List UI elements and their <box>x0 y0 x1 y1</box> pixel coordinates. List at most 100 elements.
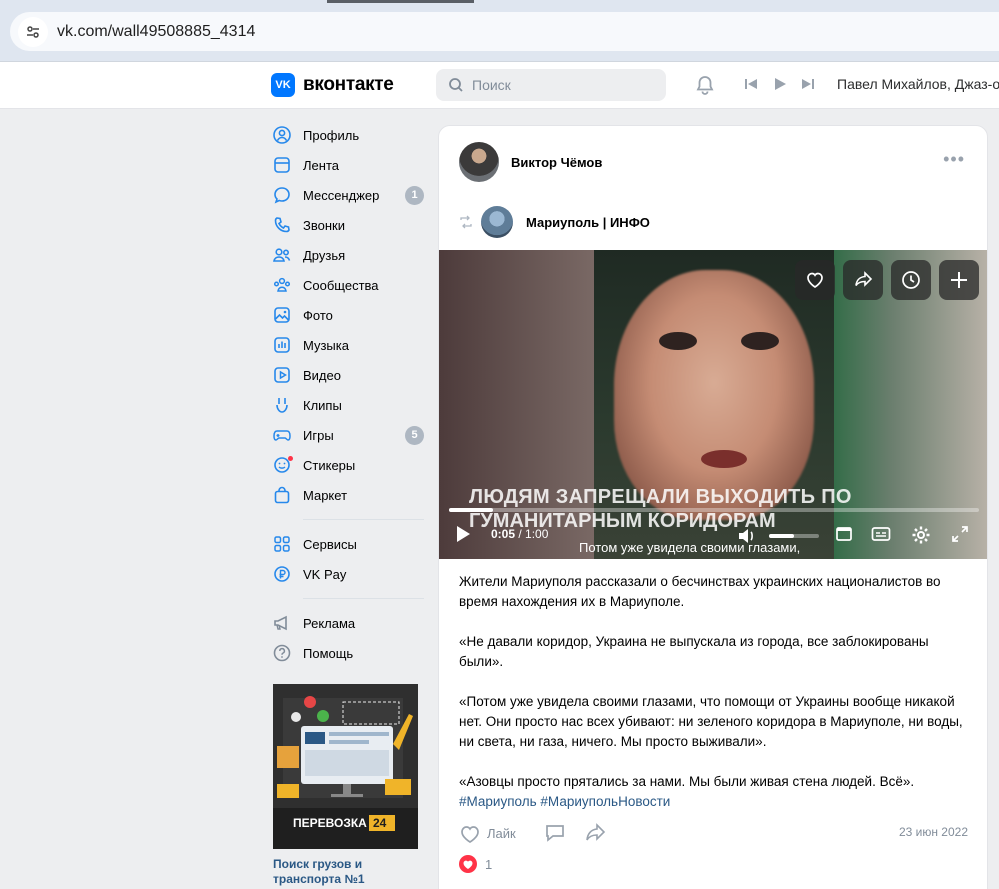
post-actions: Лайк <box>459 822 606 845</box>
sidebar-item-services[interactable]: Сервисы <box>272 529 424 559</box>
unread-count-badge: 1 <box>405 185 424 205</box>
sidebar-item-label: Видео <box>303 367 341 383</box>
sidebar-item-market[interactable]: Маркет <box>272 480 424 510</box>
heart-outline-icon <box>461 825 479 843</box>
help-icon <box>272 643 292 663</box>
add-video-button[interactable] <box>939 260 979 300</box>
post-reactions[interactable]: 1 <box>459 855 492 873</box>
sidebar-item-photo[interactable]: Фото <box>272 300 424 330</box>
services-icon <box>272 534 292 554</box>
clips-icon <box>272 395 292 415</box>
vk-logo-text: вконтакте <box>303 74 394 95</box>
sidebar-item-messenger[interactable]: Мессенджер 1 <box>272 180 424 210</box>
face-eye <box>659 332 697 350</box>
hashtag-link[interactable]: #МариупольНовости <box>540 794 670 809</box>
author-avatar[interactable] <box>459 142 499 182</box>
play-icon[interactable] <box>773 76 787 95</box>
volume-button[interactable] <box>737 527 757 548</box>
sidebar-item-label: Сервисы <box>303 536 357 552</box>
source-avatar[interactable] <box>481 206 513 238</box>
fullscreen-button[interactable] <box>951 525 969 546</box>
source-name[interactable]: Мариуполь | ИНФО <box>526 215 650 230</box>
video-play-button[interactable] <box>455 525 471 546</box>
video-settings-button[interactable] <box>911 525 931 548</box>
sidebar-item-stickers[interactable]: Стикеры <box>272 450 424 480</box>
volume-slider[interactable] <box>769 534 819 538</box>
sidebar-divider <box>303 519 424 520</box>
wall-post: Виктор Чёмов ••• Мариуполь | ИНФО ЛЮДЯМ … <box>438 125 988 889</box>
sidebar-item-help[interactable]: Помощь <box>272 638 424 668</box>
sidebar-item-label: Игры <box>303 427 334 443</box>
comment-button[interactable] <box>544 822 566 845</box>
post-paragraph: «Потом уже увидела своими глазами, что п… <box>459 694 963 749</box>
repost-source[interactable]: Мариуполь | ИНФО <box>459 206 650 238</box>
sidebar-item-label: Лента <box>303 157 339 173</box>
search-input[interactable]: Поиск <box>436 69 666 101</box>
red-heart-reaction-icon <box>459 855 477 873</box>
now-playing-text[interactable]: Павел Михайлов, Джаз-о <box>837 76 999 92</box>
previous-track-icon[interactable] <box>744 76 758 95</box>
sidebar-item-ads[interactable]: Реклама <box>272 608 424 638</box>
sidebar-item-clips[interactable]: Клипы <box>272 390 424 420</box>
subtitles-button[interactable] <box>871 525 891 546</box>
volume-level <box>769 534 794 538</box>
ad-brand-text: ПЕРЕВОЗКА <box>293 816 367 830</box>
video-like-button[interactable] <box>795 260 835 300</box>
phone-icon <box>272 215 292 235</box>
url-text[interactable]: vk.com/wall49508885_4314 <box>57 23 255 41</box>
pip-icon <box>836 527 852 541</box>
like-button[interactable]: Лайк <box>459 824 516 844</box>
sidebar-item-feed[interactable]: Лента <box>272 150 424 180</box>
address-bar[interactable]: vk.com/wall49508885_4314 <box>10 12 999 51</box>
sidebar-item-calls[interactable]: Звонки <box>272 210 424 240</box>
more-options-icon[interactable]: ••• <box>943 150 965 168</box>
sidebar-ad[interactable]: ПЕРЕВОЗКА 24 Поиск грузов и транспорта №… <box>273 684 418 887</box>
post-paragraph: «Не давали коридор, Украина не выпускала… <box>459 634 929 669</box>
next-track-icon[interactable] <box>801 76 815 95</box>
feed-icon <box>272 155 292 175</box>
vk-logo-icon: VK <box>271 73 295 97</box>
video-share-button[interactable] <box>843 260 883 300</box>
sidebar-item-games[interactable]: Игры 5 <box>272 420 424 450</box>
vk-logo[interactable]: VK вконтакте <box>271 73 394 97</box>
notifications-bell-icon[interactable] <box>694 74 716 99</box>
video-progress-bar[interactable] <box>449 508 979 512</box>
share-button[interactable] <box>584 822 606 845</box>
author-name[interactable]: Виктор Чёмов <box>511 155 602 170</box>
post-date[interactable]: 23 июн 2022 <box>899 825 968 839</box>
left-sidebar: Профиль Лента Мессенджер 1 Звонки Друзья… <box>272 120 424 668</box>
play-icon <box>457 526 470 542</box>
video-player[interactable]: ЛЮДЯМ ЗАПРЕЩАЛИ ВЫХОДИТЬ ПО ГУМАНИТАРНЫМ… <box>439 250 987 559</box>
music-icon <box>272 335 292 355</box>
hashtag-link[interactable]: #Мариуполь <box>459 794 537 809</box>
sidebar-item-video[interactable]: Видео <box>272 360 424 390</box>
sidebar-item-music[interactable]: Музыка <box>272 330 424 360</box>
sidebar-item-label: Музыка <box>303 337 349 353</box>
sidebar-item-profile[interactable]: Профиль <box>272 120 424 150</box>
clock-icon <box>902 271 920 289</box>
sidebar-item-vkpay[interactable]: VK Pay <box>272 559 424 589</box>
site-header: VK вконтакте Поиск Павел Михайлов, Джаз-… <box>0 62 999 109</box>
sidebar-item-label: Стикеры <box>303 457 356 473</box>
sidebar-item-label: Клипы <box>303 397 342 413</box>
ad-image[interactable]: ПЕРЕВОЗКА 24 <box>273 684 418 849</box>
volume-icon <box>739 529 753 543</box>
ads-icon <box>272 613 292 633</box>
site-settings-icon[interactable] <box>18 16 48 47</box>
watch-later-button[interactable] <box>891 260 931 300</box>
video-subtitle-line1: ЛЮДЯМ ЗАПРЕЩАЛИ ВЫХОДИТЬ ПО <box>469 486 852 508</box>
post-author[interactable]: Виктор Чёмов <box>459 142 602 182</box>
video-time-total: / 1:00 <box>515 527 549 541</box>
sidebar-item-friends[interactable]: Друзья <box>272 240 424 270</box>
video-time-current: 0:05 <box>491 527 516 541</box>
search-placeholder: Поиск <box>472 77 511 93</box>
subtitles-icon <box>871 527 891 541</box>
mini-player-button[interactable] <box>835 525 853 546</box>
face-eye <box>741 332 779 350</box>
messenger-icon <box>272 185 292 205</box>
sidebar-item-label: Реклама <box>303 615 356 631</box>
ad-title[interactable]: Поиск грузов и транспорта №1 <box>273 857 418 887</box>
gear-icon <box>912 526 930 544</box>
sidebar-item-communities[interactable]: Сообщества <box>272 270 424 300</box>
sidebar-item-label: Помощь <box>303 645 354 661</box>
